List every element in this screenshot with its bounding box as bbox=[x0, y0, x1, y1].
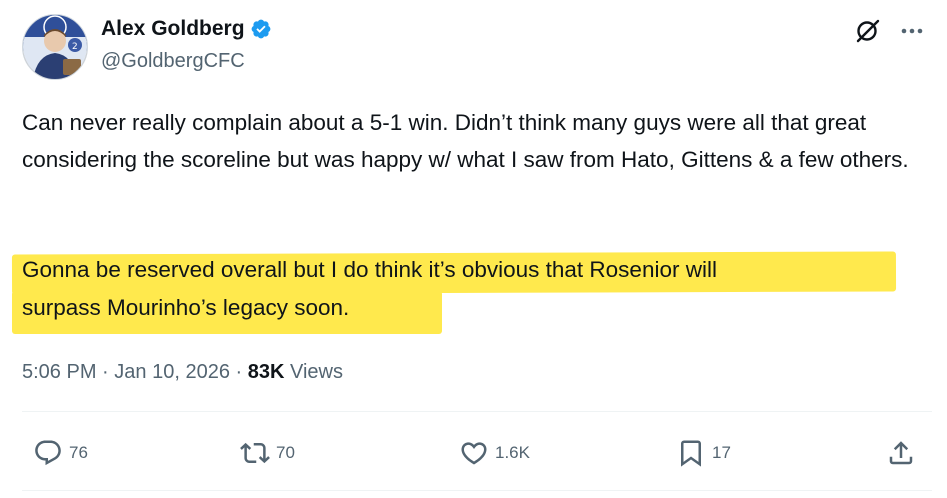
display-name[interactable]: Alex Goldberg bbox=[101, 16, 245, 42]
tweet-card: 2 Alex Goldberg @GoldbergCFC Can never r… bbox=[0, 0, 947, 498]
avatar[interactable]: 2 bbox=[22, 14, 88, 80]
meta-separator-2: · bbox=[235, 361, 243, 383]
share-button[interactable] bbox=[886, 438, 916, 468]
divider-bottom bbox=[22, 490, 932, 491]
views-count: 83K bbox=[247, 361, 285, 383]
handle[interactable]: @GoldbergCFC bbox=[101, 49, 245, 73]
share-icon bbox=[889, 441, 913, 465]
author-name-row[interactable]: Alex Goldberg bbox=[101, 16, 272, 42]
highlighted-text-block: Gonna be reserved overall but I do think… bbox=[11, 251, 902, 335]
grok-icon[interactable] bbox=[855, 18, 881, 44]
heart-icon bbox=[461, 442, 487, 465]
views-label: Views bbox=[290, 361, 343, 383]
tweet-meta: 5:06 PM · Jan 10, 2026 · 83K Views bbox=[22, 358, 343, 386]
reply-count: 76 bbox=[69, 443, 88, 462]
repost-icon bbox=[240, 442, 270, 464]
meta-separator: · bbox=[102, 361, 109, 383]
bookmark-count: 17 bbox=[712, 443, 731, 462]
avatar-image: 2 bbox=[23, 15, 87, 79]
reply-icon bbox=[35, 440, 61, 466]
repost-button[interactable]: 70 bbox=[240, 438, 295, 468]
tweet-paragraph-1: Can never really complain about a 5-1 wi… bbox=[22, 110, 909, 172]
more-options-icon[interactable] bbox=[898, 18, 926, 44]
like-count: 1.6K bbox=[495, 443, 530, 462]
highlight-line-2: surpass Mourinho’s legacy soon. bbox=[22, 295, 350, 320]
tweet-time[interactable]: 5:06 PM bbox=[22, 361, 96, 383]
tweet-date[interactable]: Jan 10, 2026 bbox=[114, 361, 230, 383]
repost-count: 70 bbox=[276, 443, 295, 462]
tweet-text: Can never really complain about a 5-1 wi… bbox=[22, 104, 937, 178]
svg-text:2: 2 bbox=[72, 42, 78, 52]
verified-badge-icon[interactable] bbox=[250, 18, 272, 40]
bookmark-button[interactable]: 17 bbox=[676, 438, 731, 468]
bookmark-icon bbox=[681, 440, 701, 467]
divider bbox=[22, 411, 932, 412]
reply-button[interactable]: 76 bbox=[33, 438, 88, 468]
tweet-paragraph-2: Gonna be reserved overall but I do think… bbox=[22, 251, 902, 327]
highlight-line-1: Gonna be reserved overall but I do think… bbox=[22, 257, 717, 282]
like-button[interactable]: 1.6K bbox=[459, 438, 530, 468]
